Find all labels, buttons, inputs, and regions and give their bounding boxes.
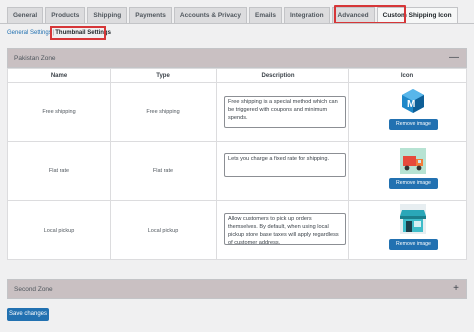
method-name: Flat rate [48, 168, 70, 174]
svg-text:M: M [407, 99, 415, 110]
column-header-name: Name [50, 73, 68, 79]
collapse-toggle-icon[interactable]: — [449, 52, 459, 64]
method-type: Local pickup [147, 228, 179, 234]
tab-shipping[interactable]: Shipping [87, 7, 128, 23]
table-header: Name Type Description Icon [8, 69, 466, 83]
method-type: Flat rate [152, 168, 174, 174]
tab-products[interactable]: Products [45, 7, 86, 23]
description-textarea[interactable]: Free shipping is a special method which … [224, 96, 346, 128]
remove-image-button[interactable]: Remove image [389, 178, 438, 189]
description-textarea[interactable]: Allow customers to pick up orders themse… [224, 213, 346, 245]
tab-emails[interactable]: Emails [248, 7, 282, 23]
column-header-icon: Icon [400, 73, 414, 79]
method-name: Free shipping [42, 109, 76, 115]
active-tab-highlight [334, 5, 406, 24]
remove-image-button[interactable]: Remove image [389, 239, 438, 250]
subnav-highlight [50, 26, 106, 40]
shipping-methods-table: Name Type Description Icon Free shipping… [7, 68, 467, 260]
column-header-type: Type [156, 73, 170, 79]
description-textarea[interactable]: Lets you charge a fixed rate for shippin… [224, 153, 346, 177]
column-header-description: Description [261, 73, 295, 79]
tab-integration[interactable]: Integration [283, 7, 330, 23]
tab-payments[interactable]: Payments [129, 7, 172, 23]
method-name: Local pickup [43, 228, 75, 234]
table-row: Free shipping Free shipping Free shippin… [8, 83, 466, 142]
cube-logo-icon: M [402, 89, 424, 113]
zone-header-second[interactable]: Second Zone + [7, 279, 467, 299]
storefront-icon [400, 204, 426, 234]
tab-accounts-privacy[interactable]: Accounts & Privacy [173, 7, 247, 23]
table-row: Flat rate Flat rate Lets you charge a fi… [8, 142, 466, 201]
subnav-general-settings[interactable]: General Settings [7, 30, 52, 36]
tabs-divider [0, 23, 474, 24]
zone-name: Second Zone [14, 286, 53, 293]
expand-toggle-icon[interactable]: + [453, 283, 459, 295]
zone-name: Pakistan Zone [14, 55, 56, 62]
delivery-truck-icon [400, 148, 426, 174]
tab-general[interactable]: General [7, 7, 44, 23]
remove-image-button[interactable]: Remove image [389, 119, 438, 130]
table-row: Local pickup Local pickup Allow customer… [8, 201, 466, 261]
method-type: Free shipping [146, 109, 180, 115]
zone-header-pakistan[interactable]: Pakistan Zone — [7, 48, 467, 68]
save-changes-button[interactable]: Save changes [7, 308, 49, 321]
